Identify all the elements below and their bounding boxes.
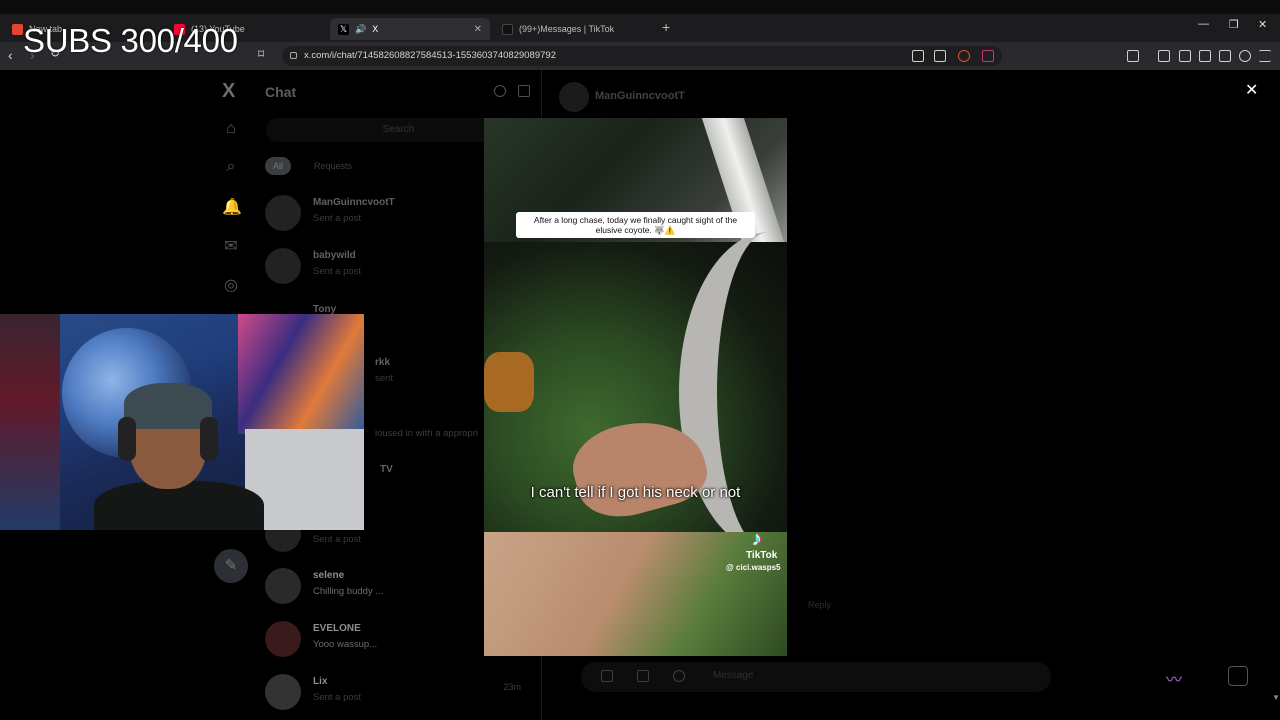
search-icon[interactable]: ⌕	[222, 158, 240, 176]
speaker-icon[interactable]: 🔊	[355, 24, 366, 35]
wall-poster	[238, 314, 364, 434]
search-placeholder: Search	[382, 124, 415, 135]
stream-widget-icon: 〰	[1166, 672, 1183, 689]
shirt	[94, 481, 264, 530]
back-icon[interactable]: ‹	[8, 47, 13, 63]
x-icon: 𝕏	[338, 23, 349, 35]
video-frame-bottom	[484, 532, 787, 656]
tab-label: (99+)Messages | TikTok	[519, 24, 615, 34]
chat-title: Chat	[265, 84, 297, 100]
filter-all[interactable]: All	[265, 157, 292, 175]
sidebar-icon[interactable]	[1179, 50, 1191, 62]
avatar	[265, 195, 301, 231]
new-message-icon[interactable]	[518, 85, 530, 97]
wall-poster	[0, 314, 60, 530]
stick	[484, 352, 534, 412]
video-caption: After a long chase, today we finally cau…	[516, 212, 755, 238]
active-contact-name: ManGuinncvootT	[595, 90, 685, 102]
headphone	[200, 417, 218, 461]
conversation-name: Lix	[313, 676, 328, 687]
tab-label: X	[372, 24, 379, 34]
tiktok-handle: @ cici.wasps5	[726, 563, 781, 572]
webcam-overlay	[0, 314, 364, 530]
feather-icon: ✎	[224, 557, 238, 574]
avatar	[265, 248, 301, 284]
conversation-name: TV	[380, 464, 393, 475]
url-text: x.com/i/chat/714582608827584513-15536037…	[304, 50, 556, 61]
conversation-preview: Yooo wassup...	[313, 639, 378, 650]
conversation-name: selene	[313, 570, 345, 581]
conversation-preview: Sent a post	[313, 692, 362, 703]
conversation-preview: Sent a post	[313, 266, 362, 277]
video-subtitle: I can't tell if I got his neck or not	[530, 484, 741, 501]
avatar	[265, 674, 301, 710]
close-tab-icon[interactable]: ✕	[474, 24, 482, 35]
grok-icon[interactable]: ◎	[222, 275, 240, 294]
conversation-name: ManGuinncvootT	[313, 197, 395, 208]
avatar	[559, 82, 589, 112]
tiktok-video[interactable]: After a long chase, today we finally cau…	[484, 118, 787, 656]
conversation-name: babywild	[313, 250, 356, 261]
net-frame	[679, 232, 787, 552]
tiktok-logo-icon: ♪	[752, 528, 762, 550]
conversation-name: EVELONE	[313, 623, 361, 634]
reply-label: Reply	[808, 600, 832, 610]
share-icon[interactable]	[934, 50, 946, 62]
notifications-icon[interactable]: 🔔	[222, 197, 242, 216]
message-input[interactable]: Message	[581, 662, 1051, 692]
compose-icon[interactable]	[1228, 666, 1248, 686]
restore-button[interactable]: ❐	[1229, 18, 1239, 31]
message-placeholder: Message	[713, 670, 754, 681]
wallet-icon[interactable]	[1199, 50, 1211, 62]
new-tab-button[interactable]: +	[662, 19, 670, 35]
conversation-preview: ioused in with a appropri	[375, 428, 478, 439]
conversation-time: 23m	[503, 682, 521, 692]
scroll-down-arrow[interactable]: ▼	[1272, 693, 1280, 702]
home-icon[interactable]: ⌂	[222, 120, 240, 138]
reader-icon[interactable]	[1127, 50, 1139, 62]
image-icon[interactable]	[637, 670, 649, 682]
messages-icon[interactable]: ✉	[222, 236, 240, 255]
avatar	[265, 621, 301, 657]
gif-icon[interactable]	[673, 670, 685, 682]
brave-shields-icon[interactable]	[958, 50, 970, 62]
leo-icon[interactable]	[1219, 50, 1231, 62]
bookmark-icon[interactable]: ⌑	[258, 47, 264, 61]
site-info-icon[interactable]	[290, 52, 297, 59]
headphone	[118, 417, 136, 461]
avatar	[265, 568, 301, 604]
conversation-preview: Sent a post	[313, 213, 362, 224]
vpn-icon[interactable]	[1239, 50, 1251, 62]
tab-tiktok[interactable]: (99+)Messages | TikTok	[494, 18, 654, 40]
tab-x[interactable]: 𝕏 🔊 X ✕	[330, 18, 490, 40]
brave-icon	[12, 23, 23, 35]
url-field[interactable]: x.com/i/chat/714582608827584513-15536037…	[282, 46, 1002, 66]
window-close-button[interactable]: ✕	[1258, 18, 1267, 31]
cast-icon[interactable]	[912, 50, 924, 62]
conversation-preview: Sent a post	[313, 534, 362, 545]
streamer	[94, 377, 264, 530]
beanie	[124, 383, 212, 429]
minimize-button[interactable]: —	[1198, 18, 1209, 30]
conversation-preview: Chilling buddy ...	[313, 586, 384, 597]
conversation-item[interactable]: Lix Sent a post 23m	[265, 674, 535, 720]
compose-post-button[interactable]: ✎	[214, 549, 248, 583]
media-icon[interactable]	[1158, 50, 1170, 62]
subs-counter: SUBS 300/400	[23, 22, 238, 59]
menu-icon[interactable]	[1259, 50, 1271, 62]
conversation-preview: sent	[375, 373, 393, 384]
rewards-icon[interactable]	[982, 50, 994, 62]
close-media-icon[interactable]: ✕	[1245, 80, 1258, 100]
tiktok-brand: TikTok	[746, 550, 778, 561]
filter-requests[interactable]: Requests	[306, 157, 360, 175]
conversation-name: rkk	[375, 357, 391, 368]
add-icon[interactable]	[601, 670, 613, 682]
tiktok-icon	[502, 23, 513, 35]
settings-icon[interactable]	[494, 85, 506, 97]
